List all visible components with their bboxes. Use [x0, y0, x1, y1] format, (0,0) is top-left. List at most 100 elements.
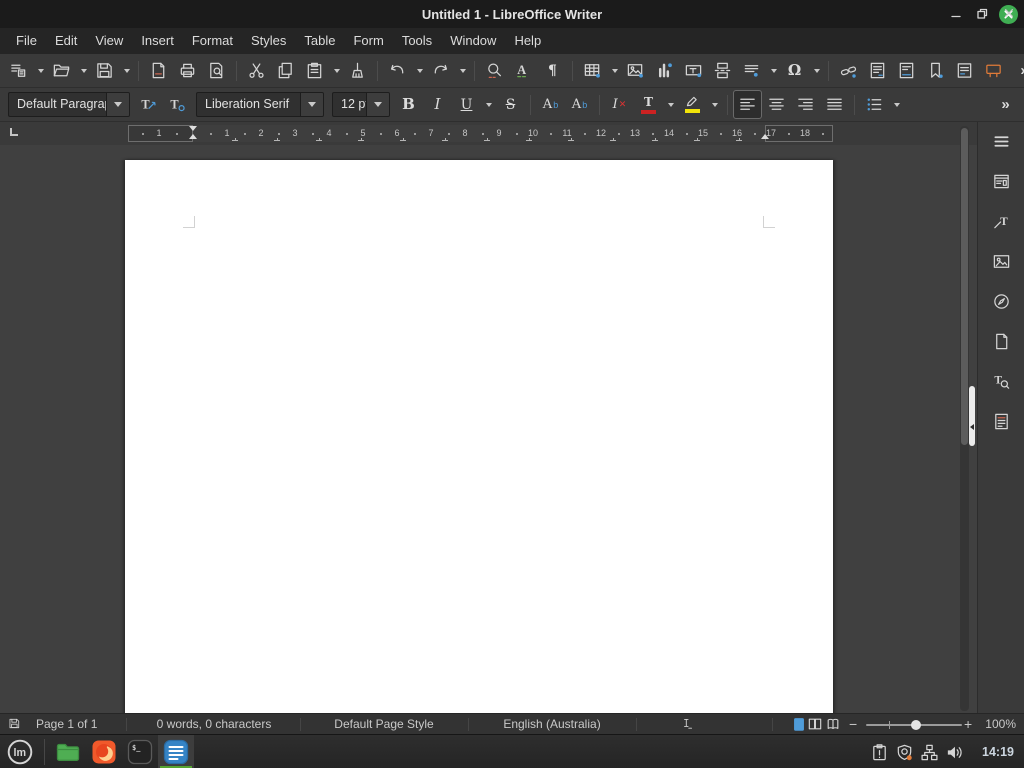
print-preview-button[interactable]: [203, 57, 230, 84]
toolbar-overflow-button[interactable]: »: [992, 91, 1019, 118]
menu-format[interactable]: Format: [183, 28, 242, 54]
insert-chart-button[interactable]: [651, 57, 678, 84]
paste-dropdown-button[interactable]: [330, 57, 342, 84]
menu-table[interactable]: Table: [295, 28, 344, 54]
first-line-indent-marker[interactable]: [189, 126, 197, 131]
document-area[interactable]: [0, 145, 977, 713]
clone-formatting-button[interactable]: [344, 57, 371, 84]
page-count[interactable]: Page 1 of 1: [36, 714, 97, 734]
align-right-button[interactable]: [792, 91, 819, 118]
copy-button[interactable]: [272, 57, 299, 84]
insert-special-character-button[interactable]: Ω: [781, 57, 808, 84]
tray-clipboard-manager-button[interactable]: [870, 743, 889, 762]
clear-formatting-button[interactable]: I✕: [606, 91, 633, 118]
sidebar-tab-gallery[interactable]: [986, 246, 1016, 276]
document-page[interactable]: [125, 160, 833, 713]
multi-page-view-button[interactable]: [808, 717, 822, 731]
page-style[interactable]: Default Page Style: [300, 714, 468, 734]
bold-button[interactable]: B: [395, 91, 422, 118]
zoom-in-button[interactable]: +: [964, 714, 972, 734]
sidebar-tab-navigator[interactable]: [986, 286, 1016, 316]
align-justify-button[interactable]: [821, 91, 848, 118]
sidebar-tab-page[interactable]: [986, 326, 1016, 356]
insert-endnote-button[interactable]: [893, 57, 920, 84]
font-color-dropdown-button[interactable]: [664, 91, 677, 118]
font-size-combo[interactable]: 12 pt: [332, 92, 390, 117]
insert-page-break-button[interactable]: [709, 57, 736, 84]
superscript-button[interactable]: Ab: [537, 91, 564, 118]
font-name-dropdown-button[interactable]: [300, 93, 323, 116]
maximize-button[interactable]: [973, 5, 991, 23]
tab-stop-selector[interactable]: [10, 128, 18, 136]
menu-styles[interactable]: Styles: [242, 28, 295, 54]
font-size-dropdown-button[interactable]: [366, 93, 389, 116]
insert-hyperlink-button[interactable]: [835, 57, 862, 84]
insert-field-button[interactable]: [738, 57, 765, 84]
unordered-list-dropdown-button[interactable]: [890, 91, 903, 118]
sidebar-tab-styles[interactable]: T: [986, 206, 1016, 236]
paragraph-style-combo[interactable]: Default Paragraph: [8, 92, 130, 117]
sidebar-tab-style-inspector[interactable]: T: [986, 366, 1016, 396]
text-language[interactable]: English (Australia): [468, 714, 636, 734]
insert-cross-reference-button[interactable]: [951, 57, 978, 84]
underline-dropdown-button[interactable]: [482, 91, 495, 118]
vertical-scrollbar-thumb[interactable]: [961, 128, 968, 445]
right-indent-marker[interactable]: [761, 134, 769, 139]
open-dropdown-button[interactable]: [77, 57, 89, 84]
insert-bookmark-button[interactable]: [922, 57, 949, 84]
subscript-button[interactable]: Ab: [566, 91, 593, 118]
insert-table-button[interactable]: [579, 57, 606, 84]
tray-update-manager-button[interactable]: [895, 743, 914, 762]
taskbar-writer-button[interactable]: [158, 735, 194, 768]
clock[interactable]: 14:19: [982, 735, 1014, 768]
menu-insert[interactable]: Insert: [132, 28, 183, 54]
tray-network-manager-button[interactable]: [920, 743, 939, 762]
print-button[interactable]: [174, 57, 201, 84]
zoom-out-button[interactable]: −: [849, 714, 857, 734]
new-document-button[interactable]: [5, 57, 32, 84]
italic-button[interactable]: I: [424, 91, 451, 118]
undo-button[interactable]: [384, 57, 411, 84]
spell-check-button[interactable]: A: [510, 57, 537, 84]
insert-image-button[interactable]: [622, 57, 649, 84]
export-pdf-button[interactable]: [145, 57, 172, 84]
update-style-button[interactable]: T: [135, 91, 162, 118]
zoom-slider-thumb[interactable]: [911, 720, 921, 730]
insert-comment-button[interactable]: [980, 57, 1007, 84]
insert-special-character-dropdown-button[interactable]: [810, 57, 822, 84]
paragraph-style-dropdown-button[interactable]: [106, 93, 129, 116]
insert-table-dropdown-button[interactable]: [608, 57, 620, 84]
underline-button[interactable]: U: [453, 91, 480, 118]
menu-form[interactable]: Form: [344, 28, 392, 54]
menu-window[interactable]: Window: [441, 28, 505, 54]
highlight-color-dropdown-button[interactable]: [708, 91, 721, 118]
menu-edit[interactable]: Edit: [46, 28, 86, 54]
mint-menu-button[interactable]: lm: [3, 737, 37, 767]
save-dropdown-button[interactable]: [120, 57, 132, 84]
sidebar-tab-properties[interactable]: [986, 166, 1016, 196]
redo-dropdown-button[interactable]: [456, 57, 468, 84]
align-center-button[interactable]: [763, 91, 790, 118]
toolbar-overflow-button[interactable]: »: [1011, 57, 1024, 84]
close-document-button[interactable]: [1000, 4, 1018, 22]
minimize-button[interactable]: [947, 5, 965, 23]
highlight-color-button[interactable]: [679, 91, 706, 118]
menu-file[interactable]: File: [7, 28, 46, 54]
left-indent-marker[interactable]: [189, 134, 197, 139]
insert-text-box-button[interactable]: [680, 57, 707, 84]
word-count[interactable]: 0 words, 0 characters: [126, 714, 302, 734]
new-document-dropdown-button[interactable]: [34, 57, 46, 84]
strikethrough-button[interactable]: S: [497, 91, 524, 118]
align-left-button[interactable]: [734, 91, 761, 118]
font-color-button[interactable]: T: [635, 91, 662, 118]
selection-mode-button[interactable]: [680, 717, 694, 731]
sidebar-hide-handle[interactable]: [969, 386, 975, 446]
sidebar-tab-accessibility-check[interactable]: [986, 406, 1016, 436]
menu-help[interactable]: Help: [505, 28, 550, 54]
single-page-view-button[interactable]: [792, 717, 806, 731]
find-replace-button[interactable]: [481, 57, 508, 84]
zoom-level[interactable]: 100%: [985, 714, 1016, 734]
redo-button[interactable]: [427, 57, 454, 84]
menu-tools[interactable]: Tools: [393, 28, 441, 54]
insert-field-dropdown-button[interactable]: [767, 57, 779, 84]
